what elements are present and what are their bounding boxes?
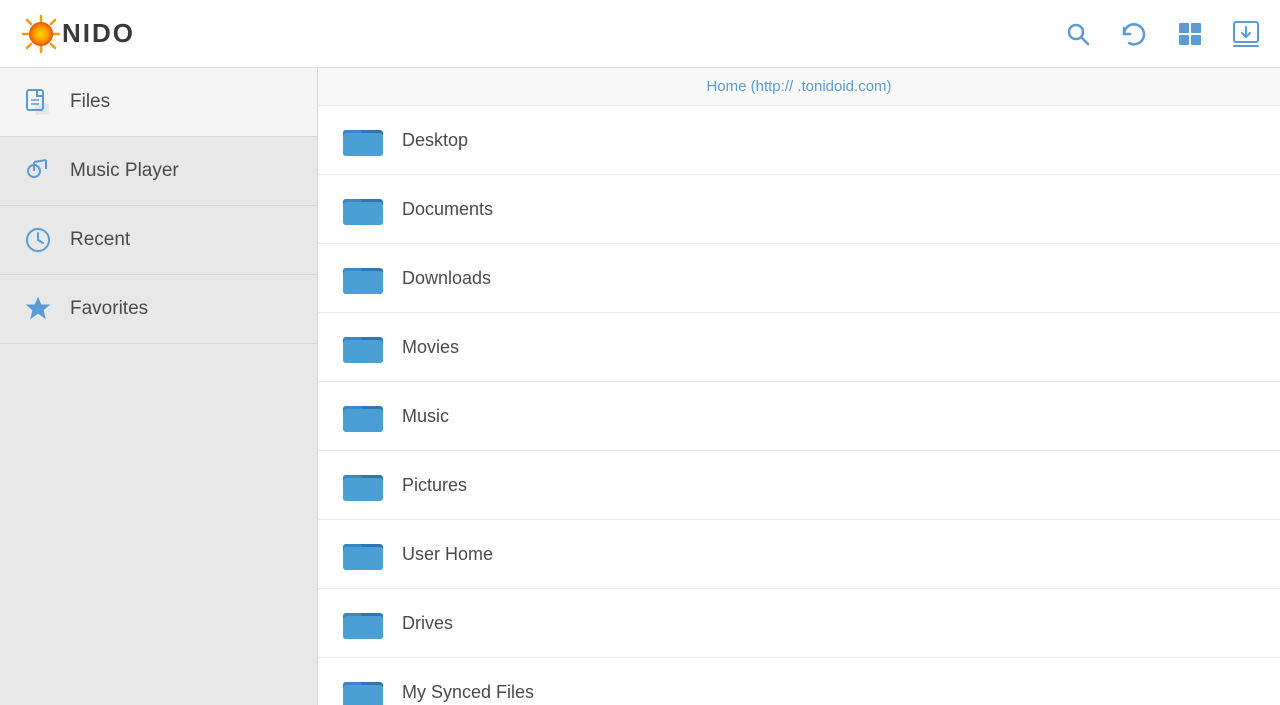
folder-name: Drives xyxy=(402,613,453,634)
folder-name: My Synced Files xyxy=(402,682,534,703)
folder-name: Documents xyxy=(402,199,493,220)
folder-name: User Home xyxy=(402,544,493,565)
sidebar-files-label: Files xyxy=(70,91,110,113)
folder-name: Music xyxy=(402,406,449,427)
sidebar-item-music-player[interactable]: Music Player xyxy=(0,137,317,206)
sidebar-item-recent[interactable]: Recent xyxy=(0,206,317,275)
folder-icon xyxy=(342,191,384,227)
folder-name: Desktop xyxy=(402,130,468,151)
folder-item[interactable]: Pictures xyxy=(318,451,1280,520)
refresh-icon[interactable] xyxy=(1120,20,1148,48)
search-icon[interactable] xyxy=(1064,20,1092,48)
logo-sun-icon xyxy=(20,13,62,55)
files-icon xyxy=(22,86,54,118)
grid-icon[interactable] xyxy=(1176,20,1204,48)
main-layout: Files Music Player Recent xyxy=(0,68,1280,705)
folder-item[interactable]: Desktop xyxy=(318,106,1280,175)
sidebar-item-files[interactable]: Files xyxy=(0,68,317,137)
folder-icon xyxy=(342,536,384,572)
music-icon xyxy=(22,155,54,187)
folder-icon xyxy=(342,398,384,434)
download-manager-icon[interactable] xyxy=(1232,20,1260,48)
folder-name: Movies xyxy=(402,337,459,358)
folder-icon xyxy=(342,122,384,158)
sidebar-recent-label: Recent xyxy=(70,229,130,251)
folder-item[interactable]: Drives xyxy=(318,589,1280,658)
folder-icon xyxy=(342,605,384,641)
folder-item[interactable]: User Home xyxy=(318,520,1280,589)
folder-item[interactable]: Movies xyxy=(318,313,1280,382)
folder-name: Downloads xyxy=(402,268,491,289)
header-actions xyxy=(1064,20,1260,48)
logo-text: NIDO xyxy=(62,18,135,49)
sidebar-item-favorites[interactable]: Favorites xyxy=(0,275,317,344)
folder-icon xyxy=(342,674,384,705)
breadcrumb: Home (http:// .tonidoid.com) xyxy=(318,68,1280,106)
folder-item[interactable]: Downloads xyxy=(318,244,1280,313)
sidebar: Files Music Player Recent xyxy=(0,68,318,705)
recent-icon xyxy=(22,224,54,256)
favorites-icon xyxy=(22,293,54,325)
folder-item[interactable]: Documents xyxy=(318,175,1280,244)
folder-icon xyxy=(342,329,384,365)
header: NIDO xyxy=(0,0,1280,68)
logo: NIDO xyxy=(20,13,135,55)
content-area: Home (http:// .tonidoid.com) Desktop Doc… xyxy=(318,68,1280,705)
sidebar-music-label: Music Player xyxy=(70,160,179,182)
sidebar-favorites-label: Favorites xyxy=(70,298,148,320)
folder-icon xyxy=(342,467,384,503)
folder-icon xyxy=(342,260,384,296)
folder-item[interactable]: My Synced Files xyxy=(318,658,1280,705)
folder-item[interactable]: Music xyxy=(318,382,1280,451)
folder-list: Desktop Documents Downloads xyxy=(318,106,1280,705)
folder-name: Pictures xyxy=(402,475,467,496)
